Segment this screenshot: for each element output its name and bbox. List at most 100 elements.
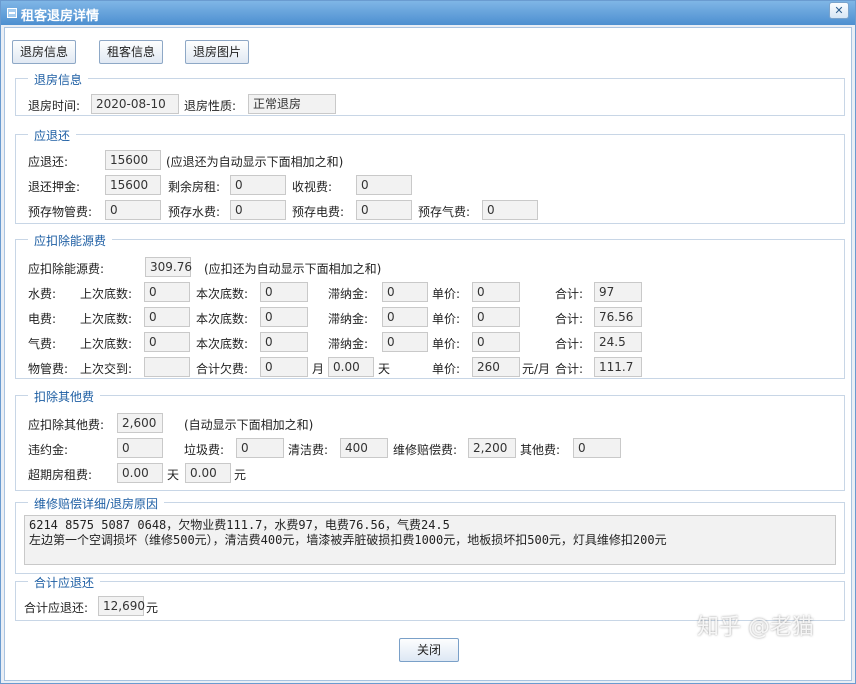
garbage-fee-field[interactable]: 0 bbox=[236, 438, 284, 458]
tv-fee-label: 收视费: bbox=[292, 180, 333, 194]
other-total-note: (自动显示下面相加之和) bbox=[184, 418, 314, 432]
gas-current-reading-label: 本次底数: bbox=[196, 337, 249, 351]
cleaning-fee-label: 清洁费: bbox=[288, 443, 329, 457]
repair-detail-legend: 维修赔偿详细/退房原因 bbox=[28, 495, 165, 512]
energy-section: 应扣除能源费 应扣除能源费: 309.76 (应扣还为自动显示下面相加之和) 水… bbox=[15, 232, 845, 379]
electric-current-reading-label: 本次底数: bbox=[196, 312, 249, 326]
energy-total-field[interactable]: 309.76 bbox=[145, 257, 192, 277]
prepaid-electric-label: 预存电费: bbox=[292, 205, 345, 219]
water-price-field[interactable]: 0 bbox=[472, 282, 520, 302]
electric-last-reading-label: 上次底数: bbox=[80, 312, 133, 326]
gas-last-reading-label: 上次底数: bbox=[80, 337, 133, 351]
gas-current-reading-field[interactable]: 0 bbox=[260, 332, 308, 352]
refund-total-note: (应退还为自动显示下面相加之和) bbox=[166, 155, 344, 169]
rent-left-field[interactable]: 0 bbox=[230, 175, 286, 195]
gas-last-reading-field[interactable]: 0 bbox=[144, 332, 190, 352]
gas-late-fee-field[interactable]: 0 bbox=[382, 332, 428, 352]
other-fees-section: 扣除其他费 应扣除其他费: 2,600 (自动显示下面相加之和) 违约金: 0 … bbox=[15, 388, 845, 491]
energy-total-label: 应扣除能源费: bbox=[28, 262, 105, 276]
property-owed-label: 合计欠费: bbox=[196, 362, 249, 376]
price-unit-label: 元/月 bbox=[522, 362, 551, 376]
day-unit-label: 天 bbox=[378, 362, 391, 376]
checkout-info-legend: 退房信息 bbox=[28, 71, 89, 88]
gas-fee-label: 气费: bbox=[28, 337, 57, 351]
electric-price-field[interactable]: 0 bbox=[472, 307, 520, 327]
checkout-type-label: 退房性质: bbox=[184, 99, 237, 113]
close-button[interactable]: 关闭 bbox=[399, 638, 459, 662]
repair-detail-line-2: 左边第一个空调损坏（维修500元），清洁费400元，墙漆被弄脏破损扣费1000元… bbox=[29, 533, 667, 547]
water-current-reading-field[interactable]: 0 bbox=[260, 282, 308, 302]
total-refund-legend: 合计应退还 bbox=[28, 574, 101, 591]
overdue-yuan-unit: 元 bbox=[234, 468, 247, 482]
title-bar: 租客退房详情 ✕ bbox=[1, 1, 855, 25]
water-current-reading-label: 本次底数: bbox=[196, 287, 249, 301]
overdue-days-field[interactable]: 0.00 bbox=[117, 463, 163, 483]
overdue-rent-label: 超期房租费: bbox=[28, 468, 93, 482]
checkout-time-field[interactable]: 2020-08-10 bbox=[91, 94, 179, 114]
window-close-icon[interactable]: ✕ bbox=[829, 2, 849, 19]
prepaid-property-field[interactable]: 0 bbox=[105, 200, 161, 220]
deposit-label: 退还押金: bbox=[28, 180, 81, 194]
checkout-info-section: 退房信息 退房时间: 2020-08-10 退房性质: 正常退房 bbox=[15, 71, 845, 116]
property-owed-months-field[interactable]: 0 bbox=[260, 357, 308, 377]
tab-checkout-photos-button[interactable]: 退房图片 bbox=[185, 40, 249, 64]
other-fees-legend: 扣除其他费 bbox=[28, 388, 101, 405]
electric-sum-label: 合计: bbox=[555, 312, 584, 326]
repair-detail-line-1: 6214 8575 5087 0648，欠物业费111.7，水费97，电费76.… bbox=[29, 518, 450, 532]
electric-fee-label: 电费: bbox=[28, 312, 57, 326]
breach-fee-label: 违约金: bbox=[28, 443, 69, 457]
repair-fee-field[interactable]: 2,200 bbox=[468, 438, 516, 458]
refund-total-field[interactable]: 15600 bbox=[105, 150, 161, 170]
misc-fee-field[interactable]: 0 bbox=[573, 438, 621, 458]
tab-tenant-info-button[interactable]: 租客信息 bbox=[99, 40, 163, 64]
prepaid-gas-label: 预存气费: bbox=[418, 205, 471, 219]
other-total-field[interactable]: 2,600 bbox=[117, 413, 163, 433]
prepaid-water-field[interactable]: 0 bbox=[230, 200, 286, 220]
refund-legend: 应退还 bbox=[28, 127, 77, 144]
checkout-time-label: 退房时间: bbox=[28, 99, 81, 113]
prepaid-electric-field[interactable]: 0 bbox=[356, 200, 412, 220]
window-icon bbox=[7, 8, 17, 18]
water-late-fee-label: 滞纳金: bbox=[328, 287, 369, 301]
month-unit-label: 月 bbox=[312, 362, 325, 376]
water-sum-field[interactable]: 97 bbox=[594, 282, 642, 302]
property-sum-field[interactable]: 111.7 bbox=[594, 357, 642, 377]
property-owed-days-field[interactable]: 0.00 bbox=[328, 357, 374, 377]
overdue-day-unit: 天 bbox=[167, 468, 180, 482]
checkout-type-field[interactable]: 正常退房 bbox=[248, 94, 336, 114]
electric-price-label: 单价: bbox=[432, 312, 461, 326]
total-refund-unit: 元 bbox=[146, 601, 159, 615]
water-price-label: 单价: bbox=[432, 287, 461, 301]
gas-sum-field[interactable]: 24.5 bbox=[594, 332, 642, 352]
property-price-label: 单价: bbox=[432, 362, 461, 376]
deposit-field[interactable]: 15600 bbox=[105, 175, 161, 195]
refund-section: 应退还 应退还: 15600 (应退还为自动显示下面相加之和) 退还押金: 15… bbox=[15, 127, 845, 224]
energy-total-note: (应扣还为自动显示下面相加之和) bbox=[204, 262, 382, 276]
refund-total-label: 应退还: bbox=[28, 155, 69, 169]
cleaning-fee-field[interactable]: 400 bbox=[340, 438, 388, 458]
water-fee-label: 水费: bbox=[28, 287, 57, 301]
prepaid-gas-field[interactable]: 0 bbox=[482, 200, 538, 220]
total-refund-field[interactable]: 12,690 bbox=[98, 596, 145, 616]
property-last-paid-label: 上次交到: bbox=[80, 362, 133, 376]
electric-last-reading-field[interactable]: 0 bbox=[144, 307, 190, 327]
watermark-text: 知乎 @老猫 bbox=[697, 615, 814, 640]
gas-price-field[interactable]: 0 bbox=[472, 332, 520, 352]
repair-detail-section: 维修赔偿详细/退房原因 6214 8575 5087 0648，欠物业费111.… bbox=[15, 495, 845, 574]
water-last-reading-field[interactable]: 0 bbox=[144, 282, 190, 302]
electric-sum-field[interactable]: 76.56 bbox=[594, 307, 642, 327]
breach-fee-field[interactable]: 0 bbox=[117, 438, 163, 458]
water-late-fee-field[interactable]: 0 bbox=[382, 282, 428, 302]
electric-current-reading-field[interactable]: 0 bbox=[260, 307, 308, 327]
tab-checkout-info-button[interactable]: 退房信息 bbox=[12, 40, 76, 64]
gas-late-fee-label: 滞纳金: bbox=[328, 337, 369, 351]
prepaid-property-label: 预存物管费: bbox=[28, 205, 93, 219]
overdue-amount-field[interactable]: 0.00 bbox=[185, 463, 231, 483]
window-title: 租客退房详情 bbox=[21, 9, 100, 24]
repair-detail-textarea[interactable]: 6214 8575 5087 0648，欠物业费111.7，水费97，电费76.… bbox=[24, 515, 836, 565]
electric-late-fee-field[interactable]: 0 bbox=[382, 307, 428, 327]
property-price-field[interactable]: 260 bbox=[472, 357, 520, 377]
tv-fee-field[interactable]: 0 bbox=[356, 175, 412, 195]
property-last-paid-field[interactable] bbox=[144, 357, 190, 377]
property-fee-label: 物管费: bbox=[28, 362, 69, 376]
